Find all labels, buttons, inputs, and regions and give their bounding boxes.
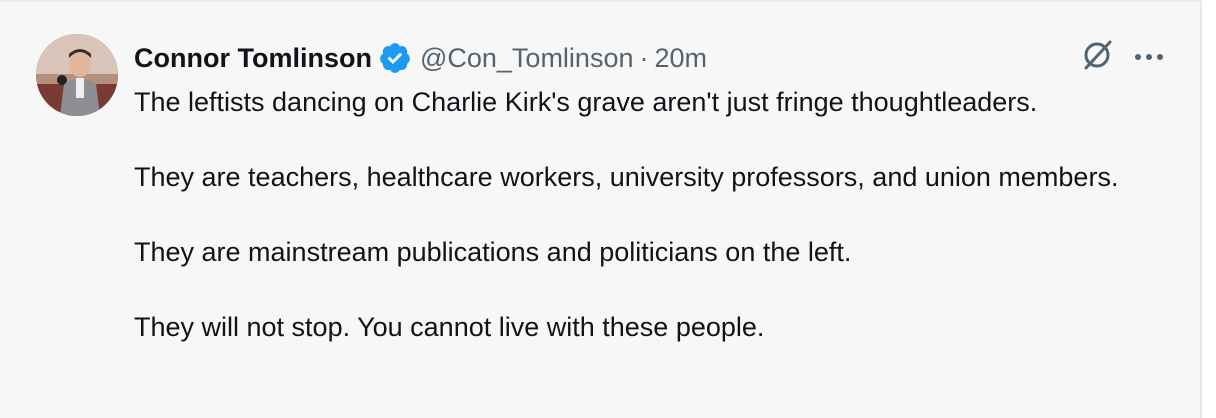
tweet-paragraph: They are teachers, healthcare workers, u…: [134, 162, 1119, 192]
post-timestamp[interactable]: 20m: [654, 43, 707, 74]
verified-badge-icon[interactable]: [378, 41, 412, 75]
tweet-actions: [1080, 38, 1164, 77]
author-handle[interactable]: @Con_Tomlinson: [420, 43, 634, 74]
tweet-paragraph: They will not stop. You cannot live with…: [134, 312, 765, 342]
avatar-image: [36, 34, 118, 116]
separator-dot: ·: [639, 42, 649, 73]
tweet-header: Connor Tomlinson @Con_Tomlinson · 20m: [134, 38, 1170, 78]
author-name[interactable]: Connor Tomlinson: [134, 43, 372, 74]
more-options-icon[interactable]: [1134, 49, 1164, 67]
author-avatar[interactable]: [36, 34, 118, 116]
grok-icon[interactable]: [1080, 38, 1114, 77]
tweet-paragraph: The leftists dancing on Charlie Kirk's g…: [134, 87, 1038, 117]
tweet-card[interactable]: Connor Tomlinson @Con_Tomlinson · 20m Th…: [0, 0, 1202, 418]
tweet-paragraph: They are mainstream publications and pol…: [134, 237, 852, 267]
tweet-text: The leftists dancing on Charlie Kirk's g…: [134, 84, 1174, 384]
